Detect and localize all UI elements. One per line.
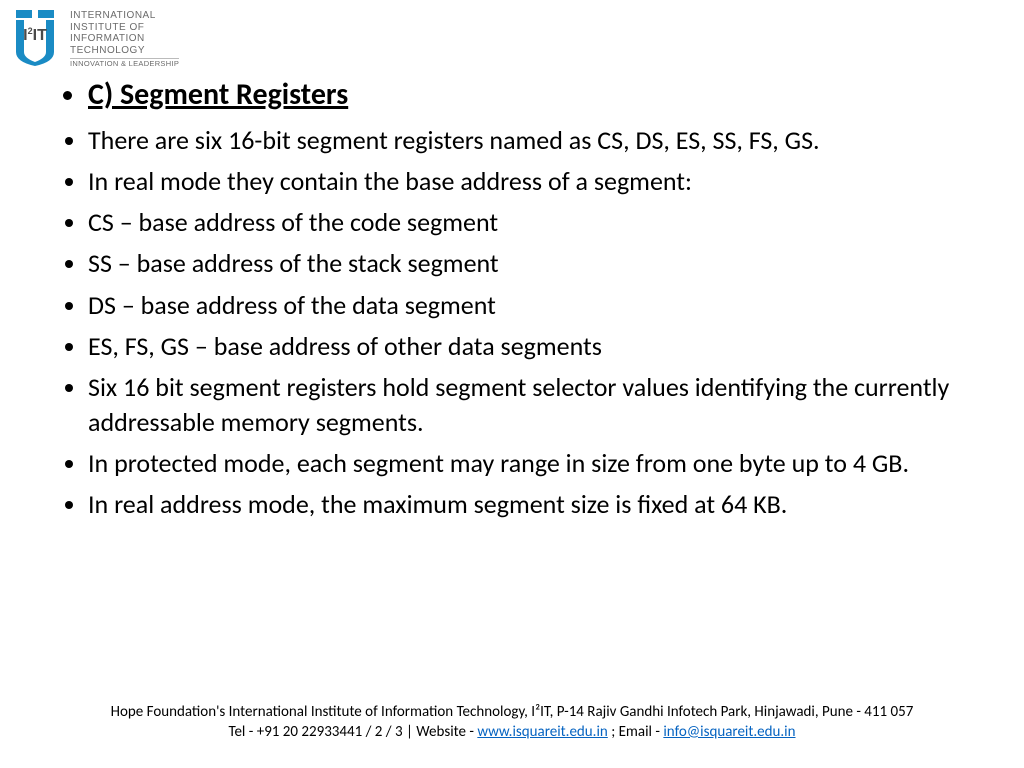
- bullet-item: CS – base address of the code segment: [88, 205, 994, 240]
- slide-content: C) Segment Registers There are six 16-bi…: [0, 75, 1024, 522]
- bullet-item: There are six 16-bit segment registers n…: [88, 123, 994, 158]
- org-tagline: INNOVATION & LEADERSHIP: [70, 58, 179, 69]
- bullet-item: DS – base address of the data segment: [88, 288, 994, 323]
- bullet-item: In protected mode, each segment may rang…: [88, 446, 994, 481]
- bullet-item: In real mode they contain the base addre…: [88, 164, 994, 199]
- footer-email-prefix: ; Email -: [608, 723, 664, 741]
- footer-tel: Tel - +91 20 22933441 / 2 / 3 | Website …: [228, 723, 477, 741]
- footer-address: Hope Foundation's International Institut…: [30, 702, 994, 722]
- bullet-item: Six 16 bit segment registers hold segmen…: [88, 370, 994, 440]
- footer-contact: Tel - +91 20 22933441 / 2 / 3 | Website …: [30, 722, 994, 742]
- bullet-item: SS – base address of the stack segment: [88, 246, 994, 281]
- org-line: INFORMATION: [70, 33, 179, 45]
- footer-website-link[interactable]: www.isquareit.edu.in: [477, 723, 607, 741]
- slide-footer: Hope Foundation's International Institut…: [0, 702, 1024, 743]
- org-line: INSTITUTE OF: [70, 22, 179, 34]
- bullet-item: In real address mode, the maximum segmen…: [88, 487, 994, 522]
- slide-title: C) Segment Registers: [88, 75, 994, 116]
- bullet-list: C) Segment Registers There are six 16-bi…: [60, 75, 994, 522]
- header: I2IT INTERNATIONAL INSTITUTE OF INFORMAT…: [0, 0, 1024, 69]
- footer-email-link[interactable]: info@isquareit.edu.in: [663, 723, 795, 741]
- org-line: TECHNOLOGY: [70, 45, 179, 57]
- org-line: INTERNATIONAL: [70, 10, 179, 22]
- org-name: INTERNATIONAL INSTITUTE OF INFORMATION T…: [70, 8, 179, 69]
- org-logo-icon: I2IT: [10, 8, 60, 66]
- svg-text:I2IT: I2IT: [23, 26, 47, 44]
- bullet-item: ES, FS, GS – base address of other data …: [88, 329, 994, 364]
